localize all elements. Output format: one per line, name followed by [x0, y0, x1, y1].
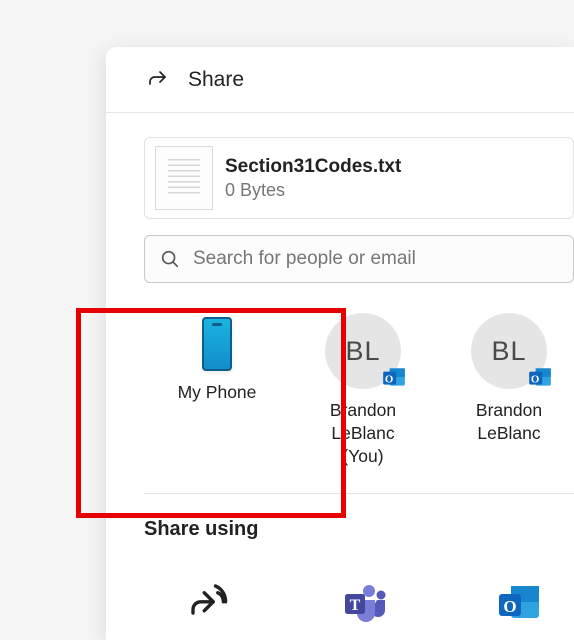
app-nearby-sharing[interactable]	[184, 577, 238, 631]
app-outlook[interactable]: O	[492, 577, 546, 631]
app-teams[interactable]: T	[338, 577, 392, 631]
search-field[interactable]	[144, 235, 574, 283]
titlebar: Share	[106, 47, 574, 113]
file-meta: Section31Codes.txt 0 Bytes	[225, 156, 401, 201]
outlook-icon: O	[495, 580, 543, 628]
svg-text:O: O	[531, 373, 541, 385]
share-icon	[146, 68, 170, 92]
share-apps: T O	[144, 577, 574, 631]
svg-text:T: T	[350, 597, 361, 614]
share-target-label: My Phone	[178, 381, 257, 404]
svg-text:O: O	[503, 597, 516, 616]
outlook-badge-icon: O	[527, 364, 553, 390]
content-area: Section31Codes.txt 0 Bytes My Phone	[106, 113, 574, 631]
teams-icon: T	[341, 580, 389, 628]
share-dialog: Share Section31Codes.txt 0 Bytes	[106, 47, 574, 640]
share-target-person-self[interactable]: BL O Brandon LeBlanc (You)	[318, 313, 408, 467]
share-target-label: Brandon LeBlanc	[464, 399, 554, 445]
search-input[interactable]	[193, 248, 559, 270]
share-targets: My Phone BL O Brandon LeBlanc (You)	[144, 313, 574, 494]
file-size: 0 Bytes	[225, 180, 401, 201]
share-using-heading: Share using	[144, 518, 574, 541]
share-target-person[interactable]: BL O Brandon LeBlanc	[464, 313, 554, 467]
svg-text:O: O	[385, 373, 395, 385]
nearby-share-icon	[184, 577, 238, 631]
file-thumb-icon	[155, 146, 213, 210]
share-target-label: Brandon LeBlanc (You)	[318, 399, 408, 467]
avatar-initials: BL	[345, 336, 380, 367]
share-target-my-phone[interactable]: My Phone	[172, 313, 262, 467]
avatar: BL O	[471, 313, 547, 389]
search-icon	[159, 248, 181, 270]
avatar: BL O	[325, 313, 401, 389]
file-card: Section31Codes.txt 0 Bytes	[144, 137, 574, 219]
outlook-badge-icon: O	[381, 364, 407, 390]
dialog-title: Share	[188, 68, 244, 92]
phone-icon	[202, 317, 232, 371]
file-name: Section31Codes.txt	[225, 156, 401, 178]
avatar-initials: BL	[491, 336, 526, 367]
